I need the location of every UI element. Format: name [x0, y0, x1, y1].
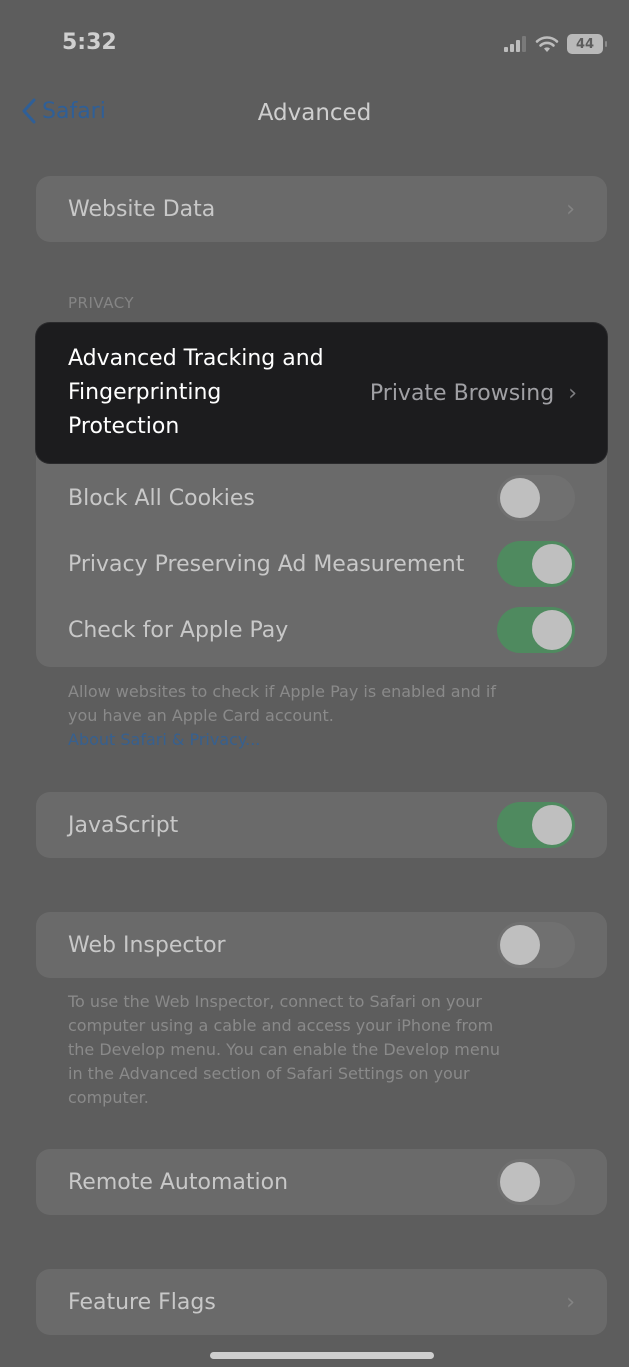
toggle-knob [500, 478, 540, 518]
tracking-protection-value: Private Browsing [369, 380, 555, 406]
toggle-knob [500, 1162, 540, 1202]
remote-automation-toggle[interactable] [497, 1159, 575, 1205]
status-icons: 44 [503, 34, 607, 54]
battery-level: 44 [575, 36, 595, 52]
status-bar: 5:32 44 [0, 0, 629, 80]
web-inspector-toggle[interactable] [497, 922, 575, 968]
web-inspector-footer: To use the Web Inspector, connect to Saf… [68, 990, 568, 1110]
privacy-footer-line: Allow websites to check if Apple Pay is … [68, 682, 496, 701]
javascript-toggle[interactable] [497, 802, 575, 848]
block-all-cookies-toggle[interactable] [497, 475, 575, 521]
web-inspector-footer-line: the Develop menu. You can enable the Dev… [68, 1040, 500, 1059]
check-apple-pay-row: Check for Apple Pay [36, 597, 607, 663]
feature-flags-row[interactable]: Feature Flags › [36, 1269, 607, 1335]
privacy-footer-line: you have an Apple Card account. [68, 706, 334, 725]
ad-measurement-row: Privacy Preserving Ad Measurement [36, 531, 607, 597]
website-data-row[interactable]: Website Data › [36, 176, 607, 242]
block-all-cookies-row: Block All Cookies [36, 465, 607, 531]
web-inspector-group: Web Inspector [36, 912, 607, 978]
remote-automation-group: Remote Automation [36, 1149, 607, 1215]
battery-icon: 44 [567, 34, 607, 54]
tracking-protection-row[interactable]: Advanced Tracking and Fingerprinting Pro… [36, 323, 607, 463]
wifi-icon [535, 36, 559, 52]
ad-measurement-label: Privacy Preserving Ad Measurement [68, 551, 465, 577]
web-inspector-label: Web Inspector [68, 932, 226, 958]
web-inspector-footer-line: computer using a cable and access your i… [68, 1016, 494, 1035]
privacy-section-header: PRIVACY [68, 294, 135, 312]
tracking-protection-label-line: Advanced Tracking and [68, 346, 324, 371]
javascript-group: JavaScript [36, 792, 607, 858]
remote-automation-label: Remote Automation [68, 1169, 289, 1195]
website-data-group: Website Data › [36, 176, 607, 242]
toggle-knob [532, 610, 572, 650]
javascript-row: JavaScript [36, 792, 607, 858]
tracking-protection-label-line: Protection [68, 414, 180, 439]
block-all-cookies-label: Block All Cookies [68, 485, 255, 511]
privacy-footer: Allow websites to check if Apple Pay is … [68, 680, 568, 752]
website-data-label: Website Data [68, 196, 216, 222]
about-safari-privacy-link[interactable]: About Safari & Privacy... [68, 728, 568, 752]
check-apple-pay-toggle[interactable] [497, 607, 575, 653]
settings-screen: 5:32 44 Safari Advanced Website Data › P… [0, 0, 629, 1367]
web-inspector-footer-line: computer. [68, 1088, 149, 1107]
cellular-signal-icon [504, 36, 526, 52]
web-inspector-footer-line: To use the Web Inspector, connect to Saf… [68, 992, 482, 1011]
page-title: Advanced [257, 100, 372, 126]
chevron-right-icon: › [568, 380, 577, 406]
chevron-right-icon: › [566, 196, 575, 222]
toggle-knob [500, 925, 540, 965]
javascript-label: JavaScript [68, 812, 179, 838]
web-inspector-footer-line: in the Advanced section of Safari Settin… [68, 1064, 470, 1083]
chevron-right-icon: › [566, 1289, 575, 1315]
check-apple-pay-label: Check for Apple Pay [68, 617, 289, 643]
web-inspector-row: Web Inspector [36, 912, 607, 978]
toggle-knob [532, 805, 572, 845]
feature-flags-group: Feature Flags › [36, 1269, 607, 1335]
tracking-protection-label-line: Fingerprinting [68, 380, 222, 405]
remote-automation-row: Remote Automation [36, 1149, 607, 1215]
home-indicator [210, 1352, 434, 1359]
ad-measurement-toggle[interactable] [497, 541, 575, 587]
toggle-knob [532, 544, 572, 584]
status-time: 5:32 [62, 30, 117, 55]
tracking-protection-label: Advanced Tracking and Fingerprinting Pro… [68, 342, 370, 444]
feature-flags-label: Feature Flags [68, 1289, 216, 1315]
navigation-bar: Safari Advanced [0, 90, 629, 140]
